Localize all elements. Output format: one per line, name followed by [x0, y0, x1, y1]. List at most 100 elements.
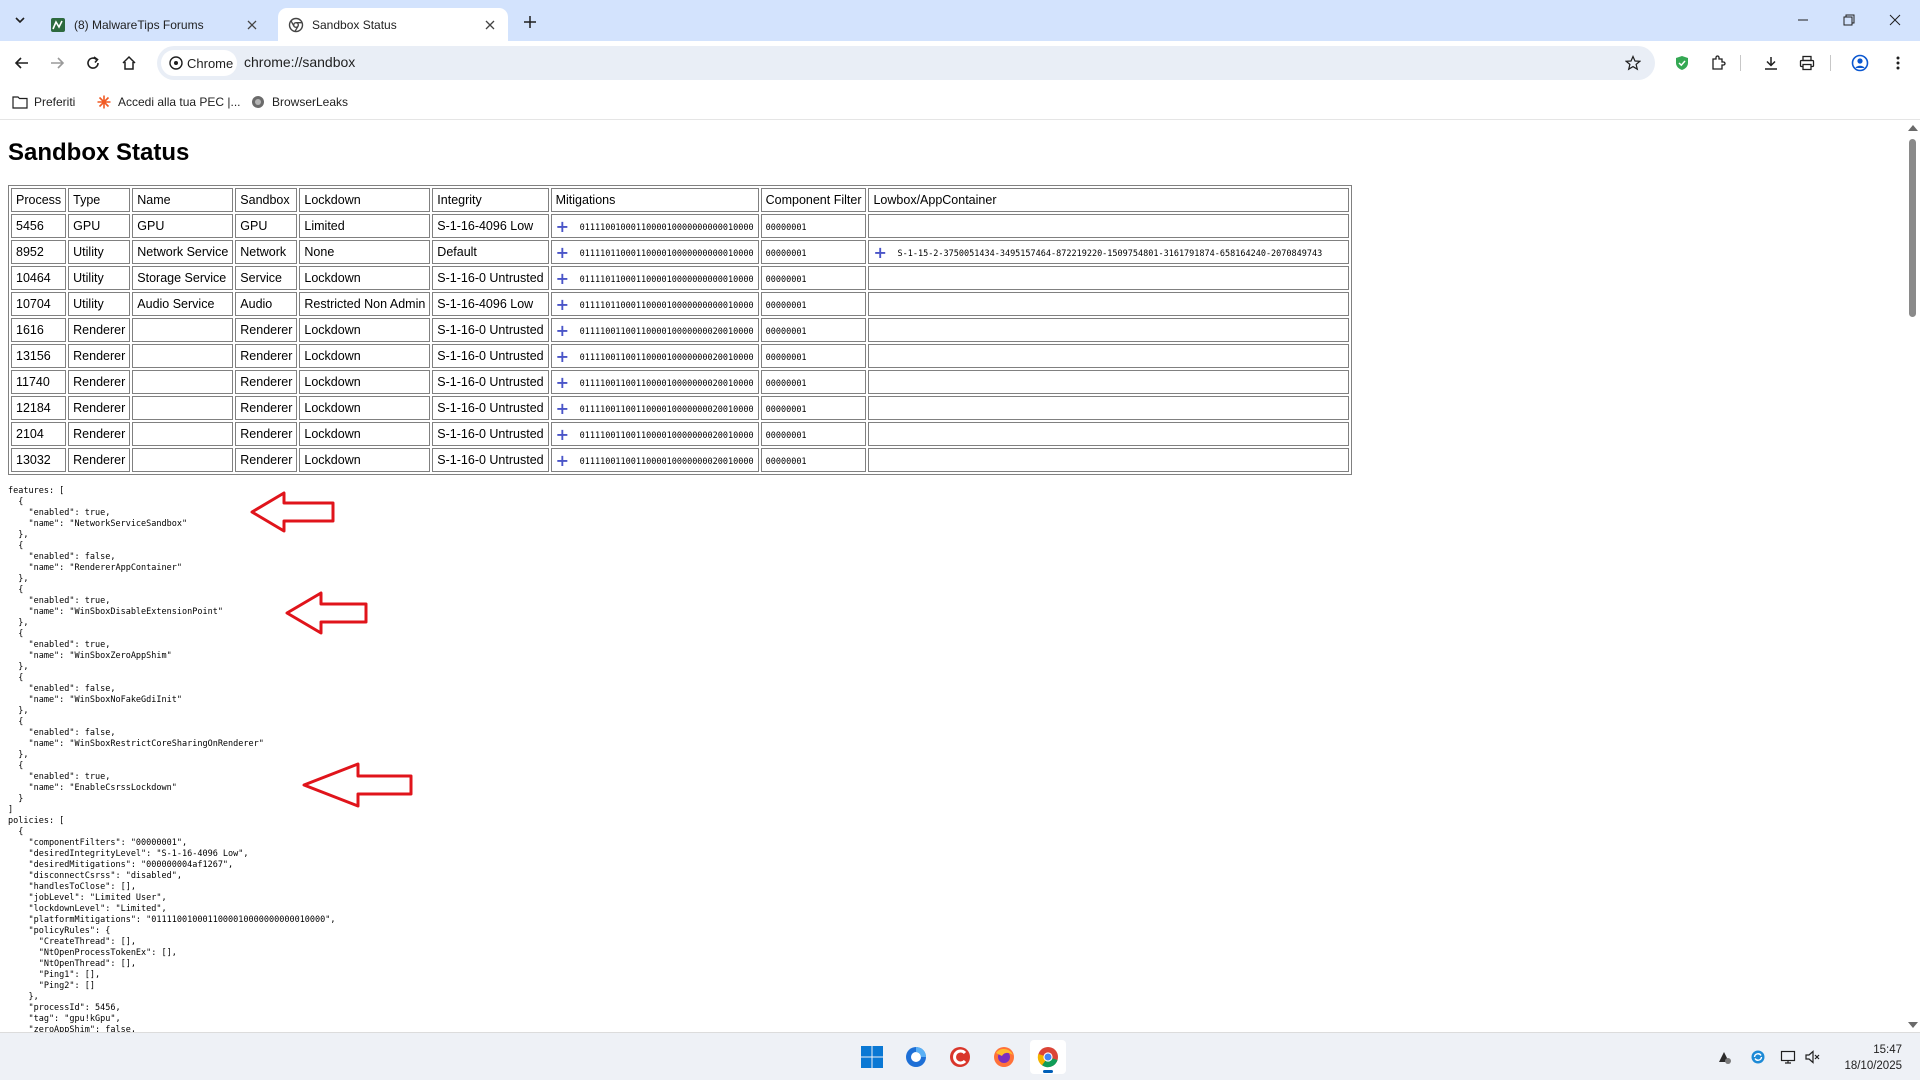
- cell-text: 00000001: [765, 249, 807, 259]
- cell-text: 10704: [16, 297, 51, 311]
- cell-text: S-1-16-0 Untrusted: [437, 453, 544, 467]
- cell-lockdown: Lockdown: [299, 266, 431, 290]
- start-button[interactable]: [854, 1040, 890, 1074]
- cell-lockdown: Lockdown: [299, 370, 431, 394]
- expand-plus-icon[interactable]: +: [556, 269, 570, 288]
- taskbar-app-edge-legacy[interactable]: [898, 1040, 934, 1074]
- bookmark-star-button[interactable]: [1623, 53, 1643, 73]
- cell-lockdown: Restricted Non Admin: [299, 292, 431, 316]
- close-tab-icon[interactable]: [244, 17, 260, 33]
- downloads-button[interactable]: [1757, 49, 1785, 77]
- tray-security-icon[interactable]: [1714, 1047, 1734, 1067]
- profile-button[interactable]: [1846, 49, 1874, 77]
- table-header-row: Process Type Name Sandbox Lockdown Integ…: [11, 188, 1350, 212]
- cell-text: S-1-16-4096 Low: [437, 297, 534, 311]
- forward-button[interactable]: [43, 49, 71, 77]
- bookmark-preferiti[interactable]: Preferiti: [12, 90, 75, 114]
- vertical-scrollbar[interactable]: [1905, 121, 1920, 1032]
- annotation-arrow-icon: [250, 491, 335, 533]
- speaker-muted-icon[interactable]: [1802, 1047, 1822, 1067]
- cell-text: 11740: [16, 375, 50, 389]
- close-tab-icon[interactable]: [482, 17, 498, 33]
- cell-mitigations: +0111101100011000010000000000010000: [550, 240, 759, 264]
- expand-plus-icon[interactable]: +: [556, 347, 570, 366]
- home-button[interactable]: [115, 49, 143, 77]
- cell-text: Lockdown: [304, 271, 361, 285]
- cell-text: Lockdown: [304, 453, 361, 467]
- toolbar-divider: [1830, 55, 1831, 71]
- cell-type: Utility: [68, 240, 131, 264]
- site-info-chip[interactable]: Chrome: [161, 50, 237, 76]
- cell-text: Renderer: [240, 453, 293, 467]
- url-text[interactable]: chrome://sandbox: [244, 54, 355, 70]
- new-tab-button[interactable]: [518, 10, 542, 34]
- cell-name: [132, 422, 234, 446]
- print-button[interactable]: [1793, 49, 1821, 77]
- adblock-extension-button[interactable]: [1668, 49, 1696, 77]
- expand-plus-icon[interactable]: +: [873, 243, 887, 262]
- cell-text: Network Service: [137, 245, 229, 259]
- tab-sandbox-status[interactable]: Sandbox Status: [278, 8, 508, 41]
- cell-text: 00000001: [765, 379, 807, 389]
- cell-sandbox: Renderer: [235, 370, 298, 394]
- cell-name: Storage Service: [132, 266, 234, 290]
- cell-text: 00000001: [765, 457, 807, 467]
- cell-text: Renderer: [240, 427, 293, 441]
- taskbar-app-ccleaner[interactable]: [942, 1040, 978, 1074]
- reload-icon: [87, 56, 99, 69]
- minimize-button[interactable]: [1780, 0, 1826, 40]
- cell-text: Audio Service: [137, 297, 215, 311]
- toolbar: Chrome chrome://sandbox: [0, 41, 1920, 85]
- close-icon: [1889, 14, 1901, 26]
- expand-plus-icon[interactable]: +: [556, 295, 570, 314]
- network-icon[interactable]: [1778, 1047, 1798, 1067]
- address-bar[interactable]: Chrome chrome://sandbox: [157, 46, 1655, 80]
- cell-process: 10704: [11, 292, 67, 316]
- taskbar-app-chrome[interactable]: [1030, 1040, 1066, 1074]
- printer-icon: [1799, 55, 1815, 71]
- cell-text: Renderer: [240, 401, 293, 415]
- cell-text: 00000001: [765, 301, 807, 311]
- system-clock[interactable]: 15:47 18/10/2025: [1844, 1042, 1902, 1074]
- expand-plus-icon[interactable]: +: [556, 217, 570, 236]
- cell-lowbox: [868, 344, 1350, 368]
- expand-plus-icon[interactable]: +: [556, 373, 570, 392]
- cell-sandbox: GPU: [235, 214, 298, 238]
- cell-text: Audio: [240, 297, 273, 311]
- expand-plus-icon[interactable]: +: [556, 451, 570, 470]
- close-window-button[interactable]: [1872, 0, 1918, 40]
- expand-plus-icon[interactable]: +: [556, 321, 570, 340]
- cell-text: Renderer: [73, 401, 126, 415]
- tray-sync-icon[interactable]: [1748, 1047, 1768, 1067]
- cell-type: Renderer: [68, 370, 131, 394]
- cell-component-filter: 00000001: [760, 448, 867, 472]
- page-content: Sandbox Status Process Type Name Sandbox…: [0, 121, 1905, 1032]
- cell-text: 00000001: [765, 275, 807, 285]
- cell-text: 1616: [16, 323, 44, 337]
- chrome-menu-button[interactable]: [1884, 49, 1912, 77]
- scrollbar-thumb[interactable]: [1909, 139, 1916, 317]
- cell-mitigations: +0111100110011000010000000020010000: [550, 370, 759, 394]
- back-button[interactable]: [8, 49, 36, 77]
- tab-search-button[interactable]: [8, 8, 32, 32]
- expand-plus-icon[interactable]: +: [556, 399, 570, 418]
- bookmark-pec[interactable]: Accedi alla tua PEC |...: [96, 90, 241, 114]
- taskbar-app-firefox[interactable]: [986, 1040, 1022, 1074]
- expand-plus-icon[interactable]: +: [556, 425, 570, 444]
- cell-text: Renderer: [73, 453, 126, 467]
- scroll-up-icon[interactable]: [1908, 125, 1918, 131]
- bookmark-browserleaks[interactable]: BrowserLeaks: [250, 90, 348, 114]
- expand-plus-icon[interactable]: +: [556, 243, 570, 262]
- profile-avatar-icon: [1851, 54, 1869, 72]
- cell-text: Default: [437, 245, 477, 259]
- cell-component-filter: 00000001: [760, 344, 867, 368]
- cell-text: 00000001: [765, 353, 807, 363]
- tab-malwaretips[interactable]: (8) MalwareTips Forums: [40, 8, 270, 41]
- restore-button[interactable]: [1826, 0, 1872, 40]
- cell-component-filter: 00000001: [760, 214, 867, 238]
- extensions-button[interactable]: [1704, 49, 1732, 77]
- cell-lowbox: [868, 422, 1350, 446]
- pec-icon: [96, 94, 112, 110]
- scroll-down-icon[interactable]: [1908, 1022, 1918, 1028]
- reload-button[interactable]: [79, 49, 107, 77]
